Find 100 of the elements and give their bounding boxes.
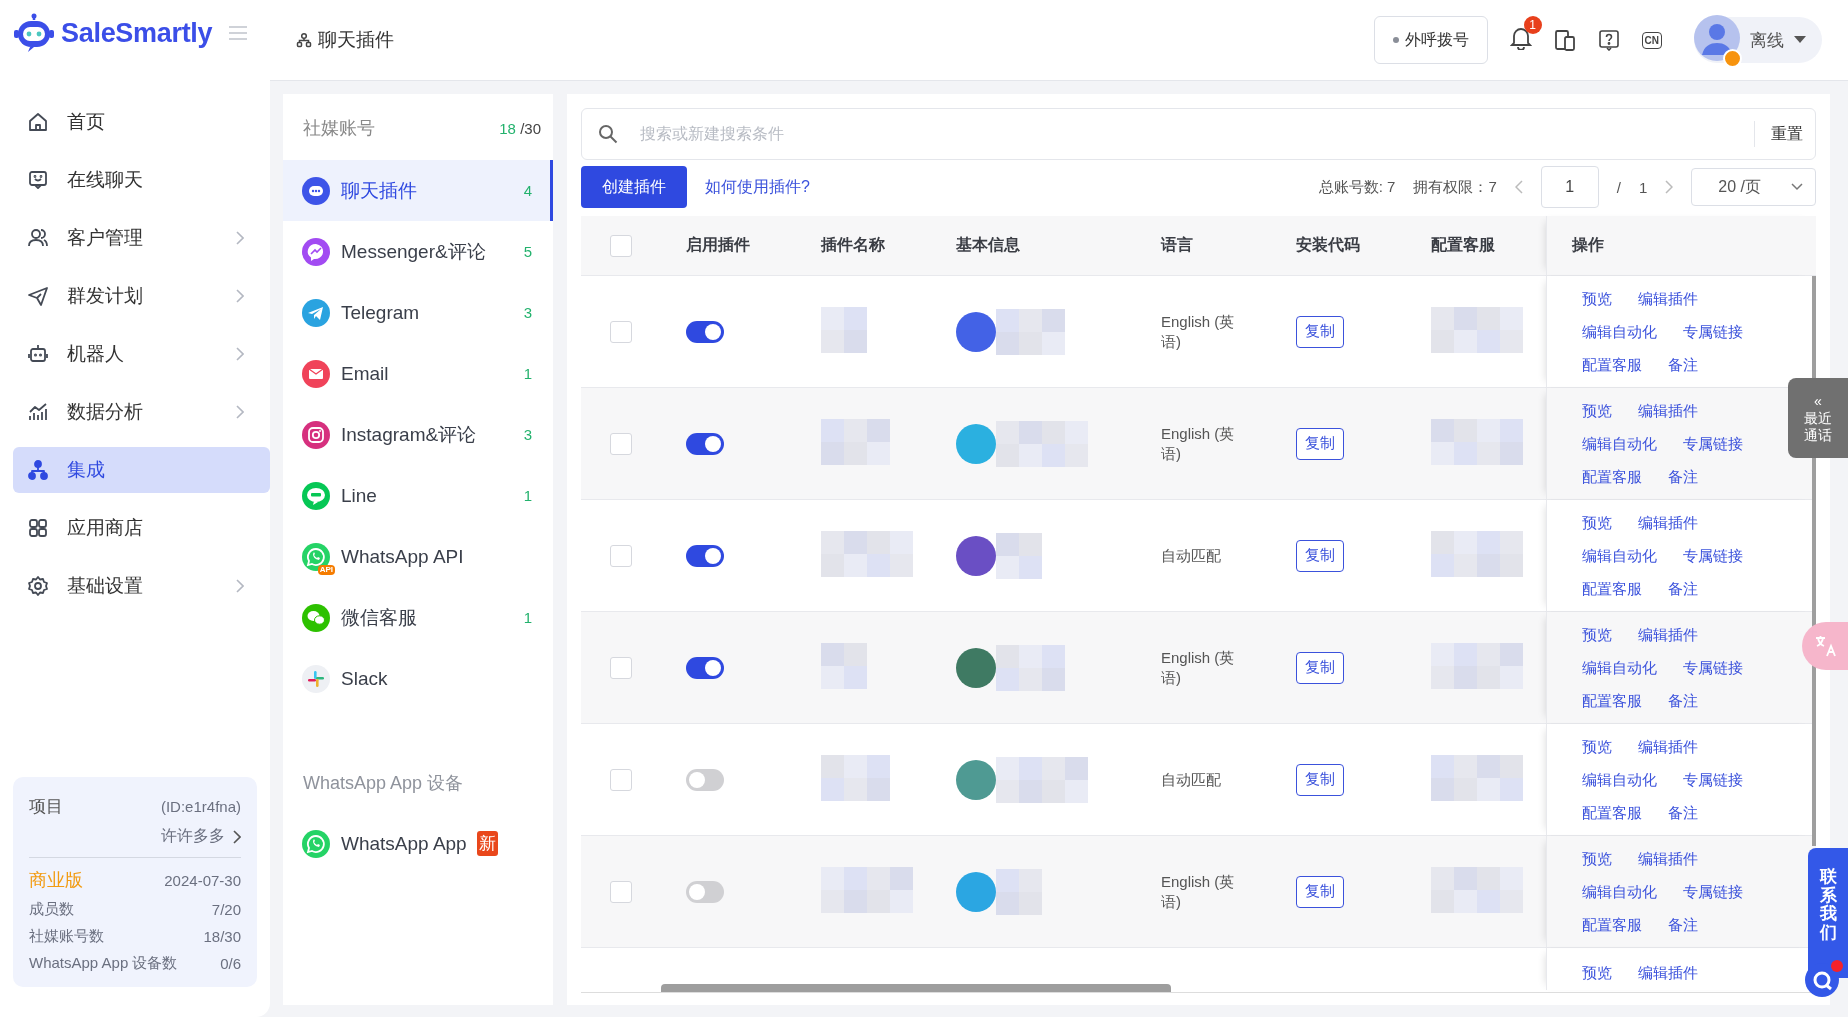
action-link[interactable]: 编辑自动化 bbox=[1582, 656, 1657, 679]
action-link[interactable]: 备注 bbox=[1668, 353, 1698, 376]
translate-icon[interactable] bbox=[1814, 634, 1838, 658]
action-link[interactable]: 编辑自动化 bbox=[1582, 432, 1657, 455]
toggle-switch[interactable] bbox=[686, 880, 724, 903]
bell-icon[interactable] bbox=[1509, 26, 1532, 50]
action-link[interactable]: 编辑自动化 bbox=[1582, 768, 1657, 791]
copy-button[interactable]: 复制 bbox=[1296, 763, 1344, 796]
checkbox[interactable] bbox=[610, 234, 632, 257]
action-link[interactable]: 配置客服 bbox=[1582, 465, 1642, 488]
nav-item[interactable]: 机器人 bbox=[13, 331, 270, 377]
checkbox[interactable] bbox=[610, 656, 632, 679]
page-input[interactable]: 1 bbox=[1540, 166, 1599, 208]
action-link[interactable]: 预览 bbox=[1582, 623, 1612, 646]
help-link[interactable]: 如何使用插件? bbox=[705, 176, 810, 198]
toggle-switch[interactable] bbox=[686, 768, 724, 791]
action-link[interactable]: 预览 bbox=[1582, 960, 1612, 984]
action-link[interactable]: 预览 bbox=[1582, 847, 1612, 870]
copy-button[interactable]: 复制 bbox=[1296, 651, 1344, 684]
action-link[interactable]: 编辑插件 bbox=[1638, 847, 1698, 870]
checkbox[interactable] bbox=[610, 432, 632, 455]
toggle-switch[interactable] bbox=[686, 656, 724, 679]
copy-button[interactable]: 复制 bbox=[1296, 427, 1344, 460]
toggle-switch[interactable] bbox=[686, 320, 724, 343]
nav-item[interactable]: 应用商店 bbox=[13, 505, 270, 551]
action-link[interactable]: 配置客服 bbox=[1582, 913, 1642, 936]
account-item[interactable]: 微信客服 1 bbox=[283, 587, 553, 648]
section-title: WhatsApp App 设备 bbox=[302, 772, 465, 795]
devices-icon[interactable] bbox=[1553, 29, 1576, 51]
next-page-icon[interactable] bbox=[1665, 180, 1674, 194]
contact-us-tab[interactable]: 联系我们 bbox=[1808, 848, 1848, 978]
phone-bubble-icon bbox=[301, 541, 331, 572]
help-icon[interactable] bbox=[1597, 29, 1620, 51]
account-item[interactable]: 聊天插件 4 bbox=[283, 160, 553, 221]
action-link[interactable]: 专属链接 bbox=[1683, 880, 1743, 903]
action-link[interactable]: 编辑插件 bbox=[1638, 960, 1698, 984]
account-item[interactable]: Instagram&评论 3 bbox=[283, 404, 553, 465]
action-link[interactable]: 配置客服 bbox=[1582, 689, 1642, 712]
action-link[interactable]: 编辑自动化 bbox=[1582, 544, 1657, 567]
action-link[interactable]: 备注 bbox=[1668, 577, 1698, 600]
action-link[interactable]: 备注 bbox=[1668, 913, 1698, 936]
dial-button[interactable]: 外呼拨号 bbox=[1373, 16, 1488, 64]
action-link[interactable]: 编辑插件 bbox=[1638, 735, 1698, 758]
account-item[interactable]: Messenger&评论 5 bbox=[283, 221, 553, 282]
nav-item[interactable]: 首页 bbox=[13, 99, 270, 145]
action-link[interactable]: 专属链接 bbox=[1683, 768, 1743, 791]
action-link[interactable]: 备注 bbox=[1668, 801, 1698, 824]
toggle-switch[interactable] bbox=[686, 544, 724, 567]
checkbox[interactable] bbox=[610, 880, 632, 903]
action-link[interactable]: 专属链接 bbox=[1683, 544, 1743, 567]
nav-item[interactable]: 群发计划 bbox=[13, 273, 270, 319]
action-link[interactable]: 编辑插件 bbox=[1638, 623, 1698, 646]
previous-page-icon[interactable] bbox=[1514, 180, 1523, 194]
menu-icon[interactable] bbox=[228, 25, 249, 41]
create-button[interactable]: 创建插件 bbox=[581, 166, 687, 208]
action-link[interactable]: 编辑插件 bbox=[1638, 399, 1698, 422]
scrollbar[interactable] bbox=[661, 984, 1171, 992]
action-link[interactable]: 编辑插件 bbox=[1638, 287, 1698, 310]
owner-link[interactable]: 许许多多 bbox=[161, 826, 241, 847]
notification-badge: 1 bbox=[1523, 16, 1542, 34]
account-item[interactable]: Slack bbox=[283, 648, 553, 709]
account-item[interactable]: API WhatsApp API bbox=[283, 526, 553, 587]
reset-button[interactable]: 重置 bbox=[1754, 121, 1815, 147]
action-link[interactable]: 专属链接 bbox=[1683, 656, 1743, 679]
action-link[interactable]: 编辑插件 bbox=[1638, 511, 1698, 534]
account-item[interactable]: Telegram 3 bbox=[283, 282, 553, 343]
account-item[interactable]: WhatsApp App 新 bbox=[283, 813, 553, 874]
nav-item[interactable]: 基础设置 bbox=[13, 563, 270, 609]
language-button[interactable]: CN bbox=[1641, 31, 1662, 49]
action-link[interactable]: 预览 bbox=[1582, 399, 1612, 422]
action-link[interactable]: 专属链接 bbox=[1683, 320, 1743, 343]
account-item[interactable]: Email 1 bbox=[283, 343, 553, 404]
copy-button[interactable]: 复制 bbox=[1296, 875, 1344, 908]
nav-item[interactable]: 集成 bbox=[13, 447, 270, 493]
nav-item[interactable]: 数据分析 bbox=[13, 389, 270, 435]
action-link[interactable]: 编辑自动化 bbox=[1582, 880, 1657, 903]
nav-item[interactable]: 在线聊天 bbox=[13, 157, 270, 203]
page-count: 1 bbox=[1638, 178, 1648, 196]
action-link[interactable]: 配置客服 bbox=[1582, 353, 1642, 376]
nav-item[interactable]: 客户管理 bbox=[13, 215, 270, 261]
account-item[interactable]: Line 1 bbox=[283, 465, 553, 526]
recent-calls-tab[interactable]: « 最近通话 bbox=[1788, 378, 1848, 458]
action-link[interactable]: 预览 bbox=[1582, 511, 1612, 534]
copy-button[interactable]: 复制 bbox=[1296, 539, 1344, 572]
copy-button[interactable]: 复制 bbox=[1296, 315, 1344, 348]
checkbox[interactable] bbox=[610, 320, 632, 343]
chat-bubble-icon[interactable] bbox=[1804, 958, 1844, 998]
action-link[interactable]: 编辑自动化 bbox=[1582, 320, 1657, 343]
search-field[interactable]: 搜索或新建搜索条件 重置 bbox=[581, 108, 1816, 160]
page-size-select[interactable]: 20 /页 bbox=[1691, 168, 1816, 206]
action-link[interactable]: 预览 bbox=[1582, 735, 1612, 758]
action-link[interactable]: 配置客服 bbox=[1582, 577, 1642, 600]
action-link[interactable]: 配置客服 bbox=[1582, 801, 1642, 824]
checkbox[interactable] bbox=[610, 768, 632, 791]
action-link[interactable]: 备注 bbox=[1668, 689, 1698, 712]
action-link[interactable]: 备注 bbox=[1668, 465, 1698, 488]
checkbox[interactable] bbox=[610, 544, 632, 567]
toggle-switch[interactable] bbox=[686, 432, 724, 455]
action-link[interactable]: 预览 bbox=[1582, 287, 1612, 310]
action-link[interactable]: 专属链接 bbox=[1683, 432, 1743, 455]
